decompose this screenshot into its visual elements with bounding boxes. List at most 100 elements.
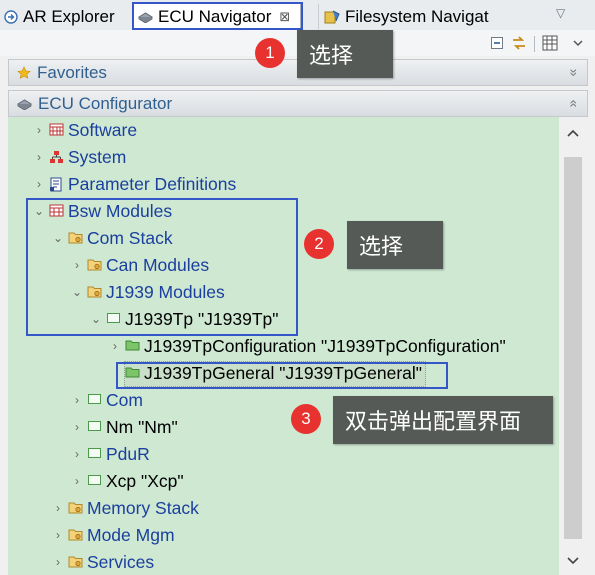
chevron-down-icon[interactable]: ⌄ (87, 312, 105, 326)
section-ecu-configurator[interactable]: ECU Configurator « (8, 90, 588, 117)
tab-label: ECU Navigator (158, 7, 272, 26)
tree-node[interactable]: ⌄ J1939Tp "J1939Tp" (87, 306, 279, 332)
scroll-down-icon[interactable] (565, 553, 581, 569)
tree-node-label: System (68, 146, 127, 167)
chevron-right-icon[interactable]: › (68, 474, 86, 488)
ecu-icon (17, 98, 32, 110)
tree-node-label: Com (106, 389, 143, 410)
chevron-right-icon[interactable]: › (30, 177, 48, 191)
section-label: Favorites (37, 62, 107, 82)
callout-step-2: 选择 (347, 221, 443, 269)
chevron-right-icon[interactable]: › (68, 420, 86, 434)
link-with-editor-button[interactable] (509, 33, 529, 53)
vertical-scrollbar[interactable] (559, 117, 587, 575)
chevron-right-icon[interactable]: › (68, 447, 86, 461)
chevron-down-icon[interactable]: ⌄ (30, 204, 48, 218)
tree-node[interactable]: › Mode Mgm (49, 522, 175, 548)
section-label: ECU Configurator (38, 93, 173, 113)
step-badge-3: 3 (291, 404, 321, 434)
container-icon (125, 366, 141, 380)
tab-label: AR Explorer (23, 6, 115, 26)
view-menu-button[interactable] (568, 33, 588, 53)
filesystem-icon (324, 10, 340, 24)
chevron-down-icon (573, 40, 583, 47)
arrow-circle-icon (4, 9, 18, 24)
module-icon (87, 393, 103, 407)
tree-node[interactable]: › Memory Stack (49, 495, 199, 521)
tree-node[interactable]: › Parameter Definitions (30, 171, 236, 197)
scrollbar-thumb[interactable] (564, 157, 582, 539)
step-badge-2: 2 (304, 229, 334, 259)
tree-node-label: J1939TpConfiguration "J1939TpConfigurati… (144, 335, 506, 356)
grid-icon (542, 35, 558, 51)
tree-node-label: J1939Tp "J1939Tp" (125, 308, 279, 329)
tree-node-label: Services (87, 551, 155, 572)
callout-step-1: 选择 (297, 30, 393, 78)
module-icon (87, 474, 103, 488)
tab-ar-explorer[interactable]: AR Explorer (4, 4, 132, 29)
tree-node-label: Bsw Modules (68, 200, 173, 221)
folder-icon (68, 555, 84, 569)
chevron-right-icon[interactable]: › (68, 393, 86, 407)
view-menu-chevron-icon[interactable]: ▽ (556, 6, 565, 20)
chevron-down-icon[interactable]: ⌄ (68, 285, 86, 299)
tab-ecu-navigator[interactable]: ECU Navigator ⊠ (133, 3, 301, 30)
tree-node[interactable]: › Nm "Nm" (68, 414, 178, 440)
tree-node[interactable]: › Xcp "Xcp" (68, 468, 184, 494)
tree-node-label: Com Stack (87, 227, 173, 248)
callout-step-3: 双击弹出配置界面 (333, 396, 553, 444)
tree-node-label: Can Modules (106, 254, 210, 275)
tree-node[interactable]: ⌄ Com Stack (49, 225, 173, 251)
tree-node[interactable]: › J1939TpConfiguration "J1939TpConfigurat… (106, 333, 506, 359)
layout-grid-button[interactable] (540, 33, 560, 53)
tree-node-label: Xcp "Xcp" (106, 470, 184, 491)
bsw-modules-icon (49, 204, 65, 218)
folder-icon (68, 528, 84, 542)
folder-icon (87, 285, 103, 299)
tab-filesystem-navigator[interactable]: Filesystem Navigat (318, 4, 524, 29)
tree-node[interactable]: J1939TpGeneral "J1939TpGeneral" (106, 360, 427, 387)
tree-node[interactable]: › Com (68, 387, 143, 413)
folder-icon (68, 231, 84, 245)
tree-node-label: Memory Stack (87, 497, 199, 518)
tree-node[interactable]: › System (30, 144, 126, 170)
tree-node[interactable]: › Services (49, 549, 154, 575)
collapse-all-button[interactable] (487, 33, 507, 53)
tab-label: Filesystem Navigat (345, 6, 489, 26)
module-icon (87, 447, 103, 461)
tree-node-label: Mode Mgm (87, 524, 175, 545)
toolbar-separator (534, 36, 535, 52)
chevron-right-icon[interactable]: › (30, 150, 48, 164)
tree-node[interactable]: ⌄ J1939 Modules (68, 279, 225, 305)
scroll-up-icon[interactable] (565, 125, 581, 141)
link-sync-icon (513, 36, 525, 50)
chevron-right-icon[interactable]: › (49, 555, 67, 569)
chevron-right-icon[interactable]: › (68, 258, 86, 272)
param-def-icon (49, 177, 65, 192)
chevron-right-icon[interactable]: › (30, 123, 48, 137)
chevron-right-icon[interactable]: › (49, 501, 67, 515)
star-icon (17, 65, 31, 80)
expand-section-icon[interactable]: » (567, 69, 583, 74)
tree-node[interactable]: › Can Modules (68, 252, 209, 278)
tree-node[interactable]: › Software (30, 117, 137, 143)
close-icon[interactable]: ⊠ (279, 9, 290, 25)
software-icon (49, 123, 65, 137)
chevron-right-icon[interactable]: › (106, 339, 124, 353)
module-icon (106, 312, 122, 326)
tree-node-label: Parameter Definitions (68, 173, 237, 194)
container-icon (125, 339, 141, 353)
chevron-right-icon[interactable]: › (49, 528, 67, 542)
step-badge-1: 1 (255, 38, 285, 68)
tree-node-label: PduR (106, 443, 150, 464)
tree-node[interactable]: ⌄ Bsw Modules (30, 198, 172, 224)
ecu-icon (138, 11, 153, 23)
tree-node[interactable]: › PduR (68, 441, 150, 467)
collapse-section-icon[interactable]: « (567, 100, 583, 105)
tree-node-label: Nm "Nm" (106, 416, 178, 437)
tree-node-label: J1939TpGeneral "J1939TpGeneral" (144, 362, 423, 383)
chevron-down-icon[interactable]: ⌄ (49, 231, 67, 245)
ecu-configurator-tree: › Software › System › Parameter Definitions ⌄ B… (8, 117, 559, 575)
system-icon (49, 150, 65, 164)
folder-icon (87, 258, 103, 272)
